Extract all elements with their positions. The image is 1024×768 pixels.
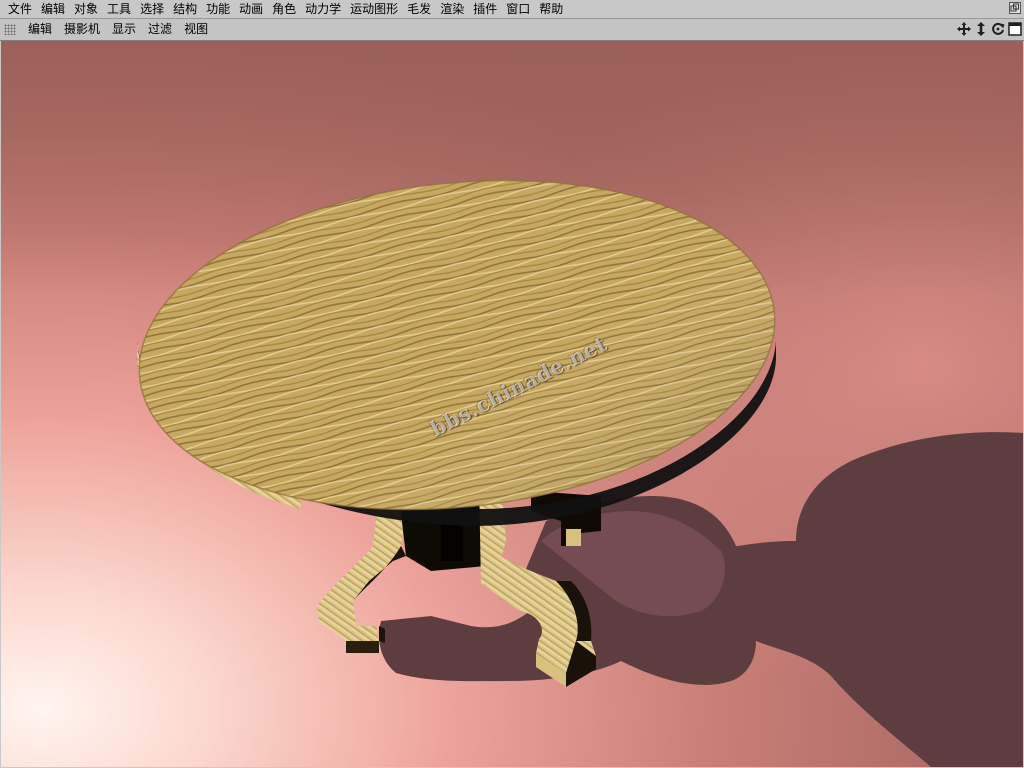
viewport-menu-item-2[interactable]: 显示	[106, 19, 142, 40]
maximize-icon[interactable]	[1007, 21, 1022, 37]
menu-item-14[interactable]: 窗口	[503, 0, 536, 18]
menu-item-13[interactable]: 插件	[470, 0, 503, 18]
menu-item-8[interactable]: 角色	[269, 0, 302, 18]
application-window: 文件 编辑 对象 工具 选择 结构 功能 动画 角色 动力学 运动图形 毛发 渲染 插件 窗口 帮助 编辑 摄影…	[0, 0, 1024, 768]
toolbar-grip-handle[interactable]	[4, 24, 16, 35]
menu-item-6[interactable]: 功能	[203, 0, 236, 18]
menu-item-7[interactable]: 动画	[236, 0, 269, 18]
viewport-menu-item-1[interactable]: 摄影机	[58, 19, 106, 40]
menu-item-4[interactable]: 选择	[137, 0, 170, 18]
main-menu-bar: 文件 编辑 对象 工具 选择 结构 功能 动画 角色 动力学 运动图形 毛发 渲染 插件 窗口 帮助	[0, 0, 1024, 19]
menu-item-10[interactable]: 运动图形	[347, 0, 404, 18]
rotate-icon[interactable]	[990, 21, 1005, 37]
menu-item-15[interactable]: 帮助	[536, 0, 569, 18]
menu-item-12[interactable]: 渲染	[437, 0, 470, 18]
viewport-toolbar: 编辑 摄影机 显示 过滤 视图	[0, 19, 1024, 41]
restore-window-icon[interactable]	[1009, 2, 1021, 14]
viewport-menu-item-3[interactable]: 过滤	[142, 19, 178, 40]
menu-item-9[interactable]: 动力学	[302, 0, 347, 18]
menu-item-0[interactable]: 文件	[5, 0, 38, 18]
viewport-menu-item-4[interactable]: 视图	[178, 19, 214, 40]
menu-item-2[interactable]: 对象	[71, 0, 104, 18]
move-icon[interactable]	[956, 21, 971, 37]
menu-item-3[interactable]: 工具	[104, 0, 137, 18]
3d-viewport[interactable]: bbs.chinade.net	[1, 41, 1023, 767]
menu-item-11[interactable]: 毛发	[404, 0, 437, 18]
menu-item-5[interactable]: 结构	[170, 0, 203, 18]
menu-item-1[interactable]: 编辑	[38, 0, 71, 18]
dolly-icon[interactable]	[973, 21, 988, 37]
viewport-menu-item-0[interactable]: 编辑	[22, 19, 58, 40]
rendered-scene	[1, 41, 1023, 767]
